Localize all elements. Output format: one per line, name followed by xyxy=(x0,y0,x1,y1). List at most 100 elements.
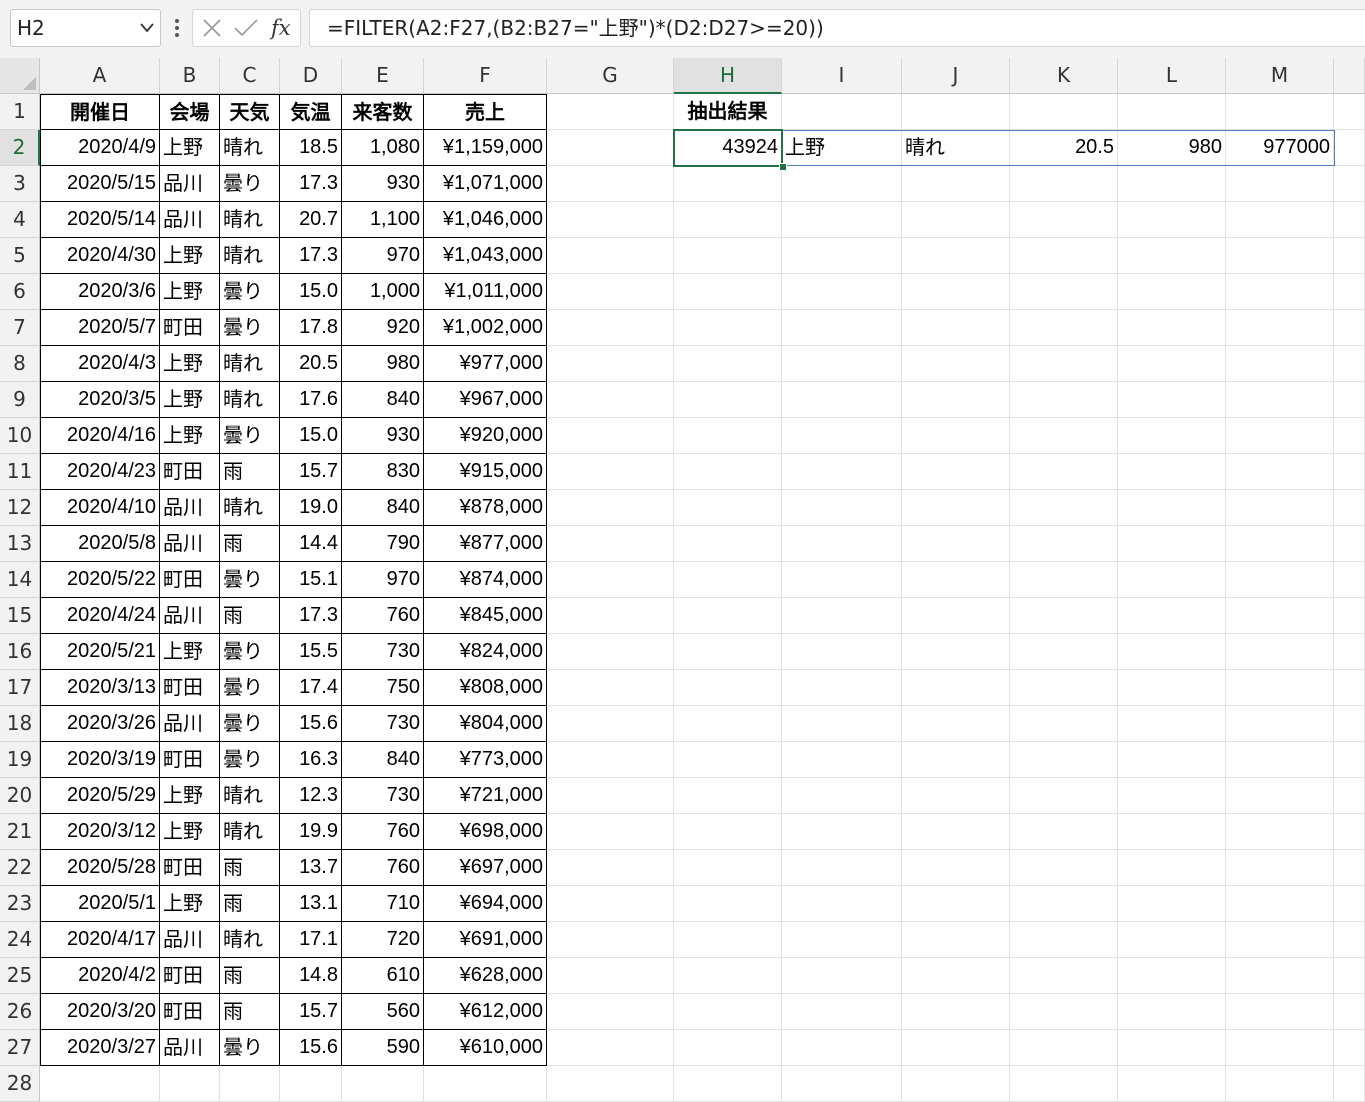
table-cell[interactable]: 品川 xyxy=(160,922,220,958)
cell[interactable] xyxy=(1118,634,1226,670)
table-cell[interactable]: 2020/3/20 xyxy=(40,994,160,1030)
cell[interactable] xyxy=(547,382,674,418)
cell[interactable] xyxy=(547,490,674,526)
table-cell[interactable]: 品川 xyxy=(160,706,220,742)
cell[interactable] xyxy=(1226,706,1334,742)
cell[interactable] xyxy=(674,418,782,454)
cell[interactable] xyxy=(547,166,674,202)
cell[interactable] xyxy=(674,886,782,922)
table-cell[interactable]: 上野 xyxy=(160,886,220,922)
table-header-cell[interactable]: 気温 xyxy=(280,94,342,130)
row-header-16[interactable]: 16 xyxy=(0,634,40,670)
table-cell[interactable]: ¥694,000 xyxy=(424,886,547,922)
cell[interactable] xyxy=(1334,994,1365,1030)
table-cell[interactable]: 曇り xyxy=(220,634,280,670)
cell[interactable] xyxy=(1118,202,1226,238)
table-cell[interactable]: 13.1 xyxy=(280,886,342,922)
cell[interactable] xyxy=(674,202,782,238)
table-cell[interactable]: 町田 xyxy=(160,310,220,346)
cell[interactable] xyxy=(1010,382,1118,418)
cell[interactable] xyxy=(1334,130,1365,166)
cell[interactable] xyxy=(1118,670,1226,706)
cell[interactable] xyxy=(674,1066,782,1102)
cell[interactable] xyxy=(1118,886,1226,922)
table-cell[interactable]: ¥967,000 xyxy=(424,382,547,418)
cell[interactable] xyxy=(1118,166,1226,202)
table-cell[interactable]: 雨 xyxy=(220,886,280,922)
cell[interactable] xyxy=(1334,886,1365,922)
table-cell[interactable]: 2020/5/8 xyxy=(40,526,160,562)
table-cell[interactable]: 2020/4/9 xyxy=(40,130,160,166)
cell[interactable] xyxy=(782,706,902,742)
cell[interactable] xyxy=(782,922,902,958)
table-cell[interactable]: 町田 xyxy=(160,562,220,598)
table-cell[interactable]: ¥1,043,000 xyxy=(424,238,547,274)
result-cell[interactable]: 43924 xyxy=(674,130,782,166)
cell[interactable] xyxy=(342,1066,424,1102)
cell[interactable] xyxy=(902,238,1010,274)
table-cell[interactable]: 2020/5/21 xyxy=(40,634,160,670)
table-cell[interactable]: 雨 xyxy=(220,526,280,562)
table-cell[interactable]: 2020/4/3 xyxy=(40,346,160,382)
cell[interactable] xyxy=(674,670,782,706)
table-cell[interactable]: ¥610,000 xyxy=(424,1030,547,1066)
table-cell[interactable]: 2020/4/17 xyxy=(40,922,160,958)
cell[interactable] xyxy=(902,850,1010,886)
table-header-cell[interactable]: 天気 xyxy=(220,94,280,130)
cell[interactable] xyxy=(1226,454,1334,490)
cell[interactable] xyxy=(1226,922,1334,958)
cell[interactable] xyxy=(902,418,1010,454)
cancel-x-icon[interactable] xyxy=(201,17,223,39)
table-cell[interactable]: 750 xyxy=(342,670,424,706)
table-cell[interactable]: ¥1,071,000 xyxy=(424,166,547,202)
cell[interactable] xyxy=(902,454,1010,490)
table-cell[interactable]: 790 xyxy=(342,526,424,562)
cell[interactable] xyxy=(1226,634,1334,670)
cell[interactable] xyxy=(902,922,1010,958)
cell[interactable] xyxy=(1334,94,1365,130)
row-header-23[interactable]: 23 xyxy=(0,886,40,922)
cell[interactable] xyxy=(1334,526,1365,562)
cell[interactable] xyxy=(902,958,1010,994)
cell[interactable] xyxy=(674,814,782,850)
column-header-j[interactable]: J xyxy=(902,58,1010,94)
cell[interactable] xyxy=(1226,382,1334,418)
cell[interactable] xyxy=(782,778,902,814)
cell[interactable] xyxy=(1334,958,1365,994)
cell[interactable] xyxy=(1010,274,1118,310)
cell[interactable] xyxy=(902,94,1010,130)
table-cell[interactable]: 980 xyxy=(342,346,424,382)
cell[interactable] xyxy=(902,526,1010,562)
table-cell[interactable]: 13.7 xyxy=(280,850,342,886)
cell[interactable] xyxy=(1226,94,1334,130)
table-header-cell[interactable]: 開催日 xyxy=(40,94,160,130)
table-cell[interactable]: ¥698,000 xyxy=(424,814,547,850)
table-cell[interactable]: 町田 xyxy=(160,958,220,994)
cell[interactable] xyxy=(40,1066,160,1102)
cell[interactable] xyxy=(674,526,782,562)
table-cell[interactable]: 雨 xyxy=(220,958,280,994)
cell[interactable] xyxy=(674,994,782,1030)
table-cell[interactable]: 2020/4/23 xyxy=(40,454,160,490)
table-cell[interactable]: 17.4 xyxy=(280,670,342,706)
table-cell[interactable]: 品川 xyxy=(160,526,220,562)
table-cell[interactable]: 970 xyxy=(342,562,424,598)
cell[interactable] xyxy=(1118,526,1226,562)
table-cell[interactable]: 2020/3/12 xyxy=(40,814,160,850)
cell[interactable] xyxy=(547,418,674,454)
table-cell[interactable]: ¥773,000 xyxy=(424,742,547,778)
cell[interactable] xyxy=(674,490,782,526)
cell[interactable] xyxy=(547,1030,674,1066)
cell[interactable] xyxy=(902,166,1010,202)
table-cell[interactable]: 18.5 xyxy=(280,130,342,166)
cell[interactable] xyxy=(547,706,674,742)
table-cell[interactable]: 2020/5/7 xyxy=(40,310,160,346)
table-cell[interactable]: 2020/4/10 xyxy=(40,490,160,526)
row-header-8[interactable]: 8 xyxy=(0,346,40,382)
cell[interactable] xyxy=(1226,814,1334,850)
cell[interactable] xyxy=(1010,742,1118,778)
cell[interactable] xyxy=(1226,562,1334,598)
cell[interactable] xyxy=(1118,310,1226,346)
table-cell[interactable]: 雨 xyxy=(220,850,280,886)
table-cell[interactable]: 590 xyxy=(342,1030,424,1066)
